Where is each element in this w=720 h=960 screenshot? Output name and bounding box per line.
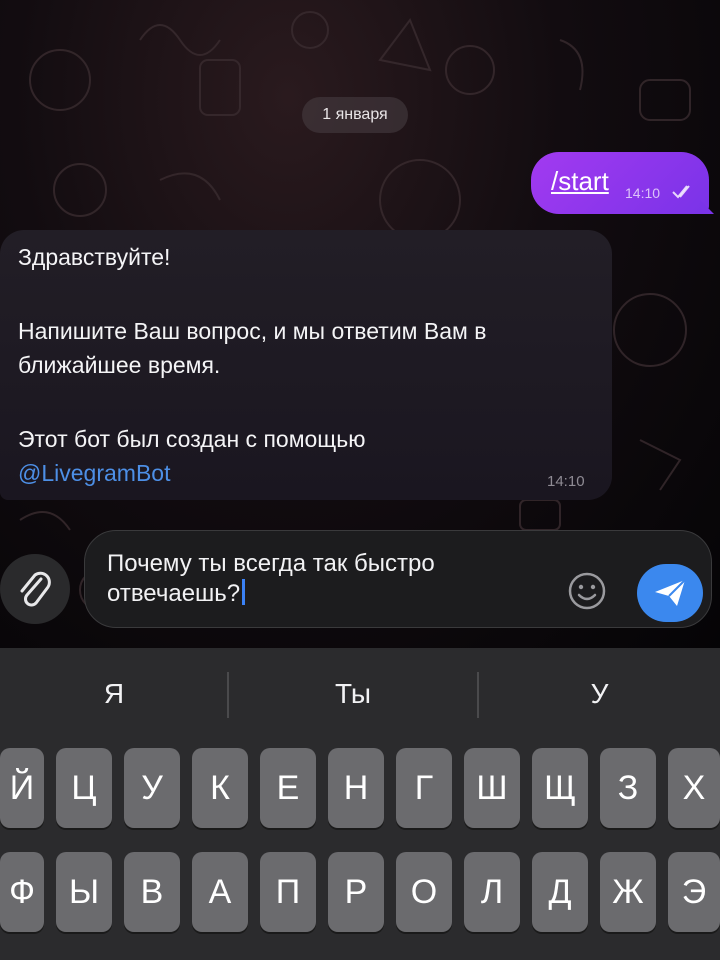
message-line: Этот бот был создан с помощью [18,426,366,452]
date-separator: 1 января [302,97,408,133]
command-link[interactable]: /start [551,166,609,197]
key[interactable]: В [124,852,180,932]
key[interactable]: Ш [464,748,520,828]
emoji-icon[interactable] [567,571,607,611]
keyboard: Я Ты У ЙЦУКЕНГШЩЗХФЫВАПРОЛДЖЭ [0,648,720,960]
key[interactable]: Э [668,852,720,932]
suggestion[interactable]: Я [0,648,228,740]
text-cursor [242,579,246,605]
bubble-tail [700,200,714,214]
key[interactable]: Р [328,852,384,932]
incoming-message[interactable]: Здравствуйте! Напишите Ваш вопрос, и мы … [0,230,612,500]
suggestion[interactable]: Ты [229,648,477,740]
key[interactable]: Л [464,852,520,932]
key[interactable]: Д [532,852,588,932]
message-line: Напишите Ваш вопрос, и мы ответим Вам в [18,318,487,344]
key[interactable]: О [396,852,452,932]
key[interactable]: Ж [600,852,656,932]
key[interactable]: П [260,852,316,932]
key[interactable]: К [192,748,248,828]
key[interactable]: Г [396,748,452,828]
key[interactable]: З [600,748,656,828]
key[interactable]: Щ [532,748,588,828]
message-input[interactable]: Почему ты всегда так быстро отвечаешь? [84,530,712,628]
outgoing-message[interactable]: /start 14:10 [531,152,709,214]
key[interactable]: У [124,748,180,828]
message-line: Здравствуйте! [18,244,171,270]
message-time: 14:10 [625,185,661,201]
key[interactable]: Н [328,748,384,828]
message-input-text: Почему ты всегда так быстро отвечаешь? [107,550,435,607]
key[interactable]: Х [668,748,720,828]
attach-button[interactable] [0,554,70,624]
message-time: 14:10 [547,473,585,490]
key[interactable]: А [192,852,248,932]
key[interactable]: Ц [56,748,112,828]
paperclip-icon [20,571,51,607]
key[interactable]: Е [260,748,316,828]
suggestion[interactable]: У [479,648,720,740]
bot-mention-link[interactable]: @LivegramBot [18,460,170,487]
send-button[interactable] [637,564,703,622]
key[interactable]: Й [0,748,44,828]
message-line: ближайшее время. [18,352,221,378]
send-icon [655,579,686,606]
key[interactable]: Ы [56,852,112,932]
read-check-icon [672,185,690,199]
key[interactable]: Ф [0,852,44,932]
